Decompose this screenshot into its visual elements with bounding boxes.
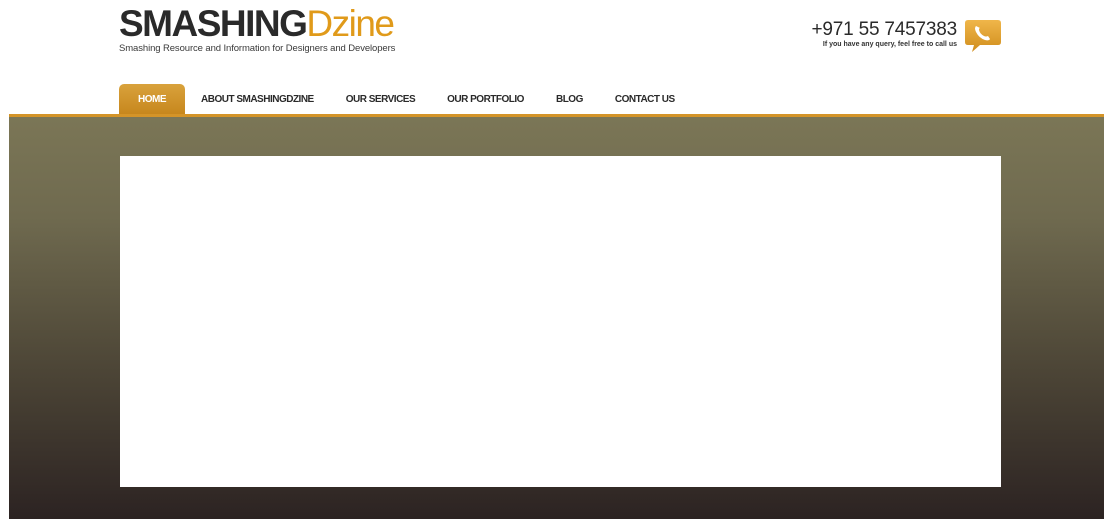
nav-item-services[interactable]: OUR SERVICES [330, 84, 431, 115]
logo-title-part2: Dzine [306, 3, 395, 44]
site-logo[interactable]: SMASHINGDzine Smashing Resource and Info… [119, 3, 396, 54]
phone-number: +971 55 7457383 [811, 19, 958, 40]
nav-item-about[interactable]: ABOUT SMASHINGDZINE [185, 84, 330, 115]
nav-divider [9, 114, 1104, 117]
page: SMASHINGDzine Smashing Resource and Info… [0, 0, 1104, 519]
main-nav: HOME ABOUT SMASHINGDZINE OUR SERVICES OU… [119, 84, 691, 115]
nav-item-contact[interactable]: CONTACT US [599, 84, 691, 115]
nav-item-blog[interactable]: BLOG [540, 84, 599, 115]
hero-slider[interactable] [120, 156, 1001, 487]
contact-note: If you have any query, feel free to call… [822, 41, 957, 48]
logo-tagline: Smashing Resource and Information for De… [119, 43, 396, 54]
logo-title-part1: SMASHING [119, 3, 308, 44]
contact-block: +971 55 7457383 If you have any query, f… [811, 19, 958, 49]
nav-item-home[interactable]: HOME [119, 84, 185, 115]
phone-chat-icon[interactable] [964, 16, 1002, 54]
logo-title: SMASHINGDzine [119, 3, 395, 44]
nav-item-portfolio[interactable]: OUR PORTFOLIO [431, 84, 540, 115]
